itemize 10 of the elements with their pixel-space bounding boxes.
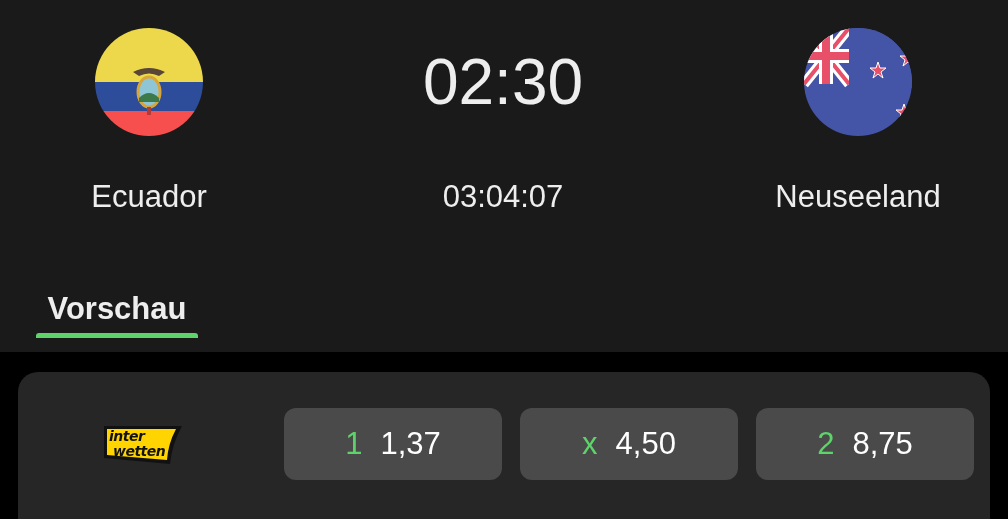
tab[interactable]: Vorschau — [36, 273, 198, 338]
team-name: Neuseeland — [775, 179, 941, 215]
odds-button[interactable]: x 4,50 — [520, 408, 738, 480]
odds-button[interactable]: 1 1,37 — [284, 408, 502, 480]
bookmaker-logo: inter wetten — [102, 424, 182, 464]
countdown: 03:04:07 — [442, 179, 564, 215]
flag-icon — [95, 28, 203, 136]
team-name: Ecuador — [91, 179, 207, 215]
match-time: 02:30 — [422, 45, 584, 120]
odds-button[interactable]: 2 8,75 — [756, 408, 974, 480]
